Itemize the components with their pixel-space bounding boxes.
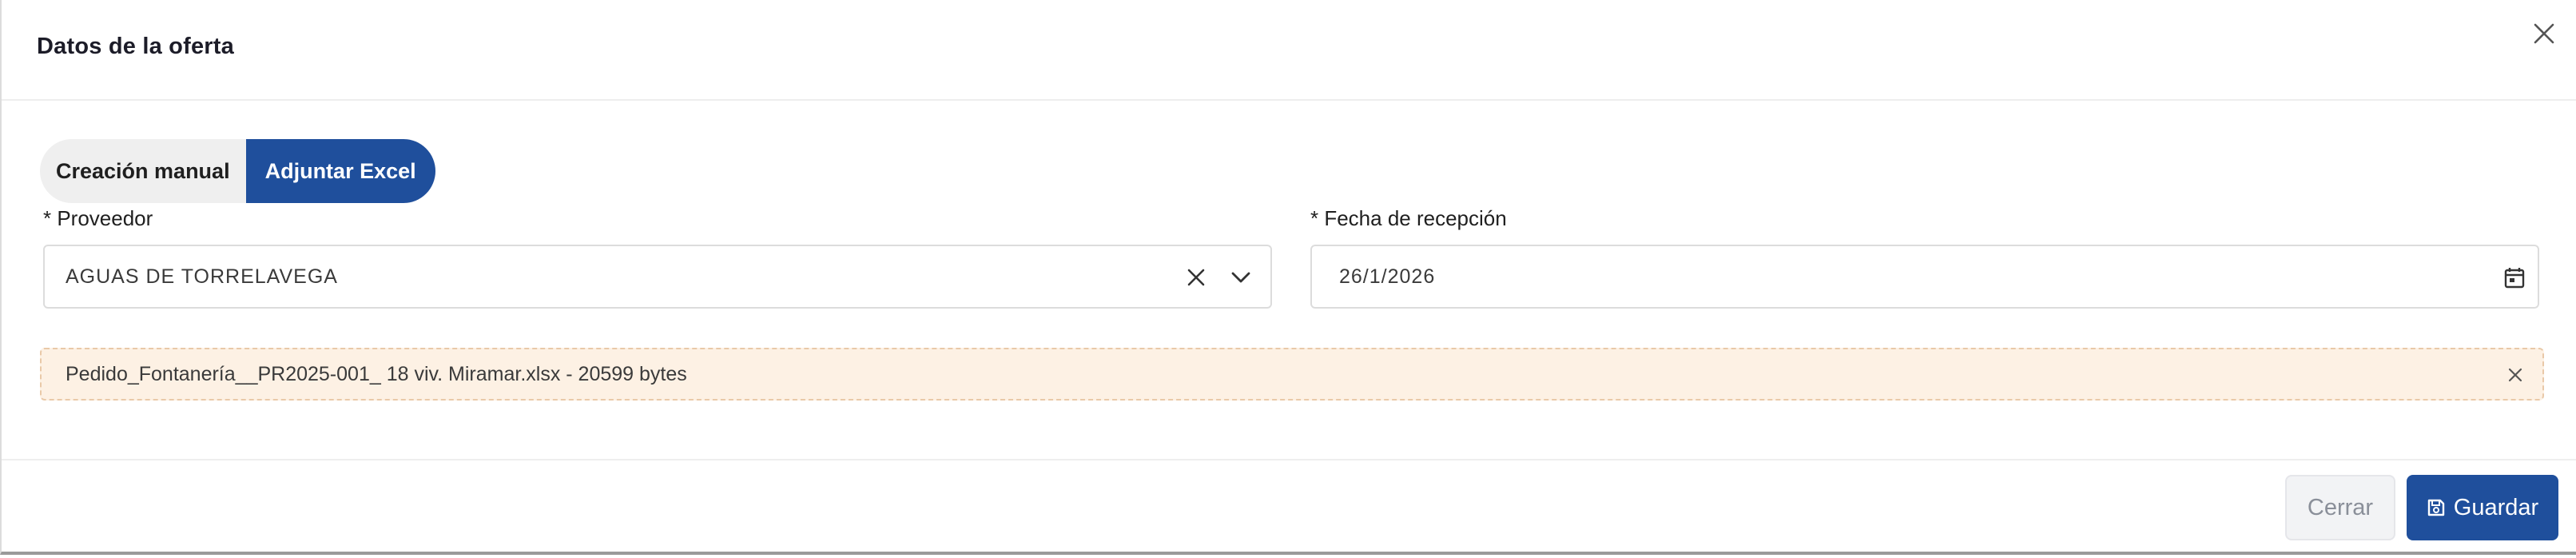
- mode-toggle: Creación manual Adjuntar Excel: [40, 139, 435, 203]
- fecha-input[interactable]: 26/1/2026: [1310, 245, 2539, 309]
- tab-adjuntar-excel[interactable]: Adjuntar Excel: [245, 139, 435, 203]
- attached-file-name: Pedido_Fontanería__PR2025-001_ 18 viv. M…: [66, 363, 687, 385]
- modal-header: Datos de la oferta: [2, 0, 2576, 101]
- guardar-button-label: Guardar: [2453, 494, 2539, 520]
- offer-modal: Datos de la oferta Creación manual Adjun…: [0, 0, 2576, 555]
- proveedor-label: * Proveedor: [43, 206, 153, 230]
- fecha-label: * Fecha de recepción: [1310, 206, 1507, 230]
- tab-creacion-manual[interactable]: Creación manual: [40, 139, 246, 203]
- calendar-icon[interactable]: [2499, 262, 2530, 293]
- clear-icon[interactable]: [1179, 261, 1213, 294]
- chevron-down-icon[interactable]: [1224, 261, 1258, 294]
- proveedor-select[interactable]: AGUAS DE TORRELAVEGA: [43, 245, 1272, 309]
- attached-file: Pedido_Fontanería__PR2025-001_ 18 viv. M…: [40, 348, 2544, 401]
- save-icon: [2427, 498, 2446, 517]
- fecha-value: 26/1/2026: [1339, 265, 1436, 288]
- proveedor-value: AGUAS DE TORRELAVEGA: [66, 265, 338, 288]
- remove-attachment-icon[interactable]: [2504, 364, 2526, 386]
- cerrar-button-label: Cerrar: [2307, 494, 2374, 520]
- guardar-button[interactable]: Guardar: [2407, 475, 2558, 540]
- cerrar-button[interactable]: Cerrar: [2285, 475, 2395, 540]
- modal-title: Datos de la oferta: [37, 34, 234, 59]
- footer-divider: [2, 459, 2576, 460]
- close-icon[interactable]: [2528, 18, 2560, 50]
